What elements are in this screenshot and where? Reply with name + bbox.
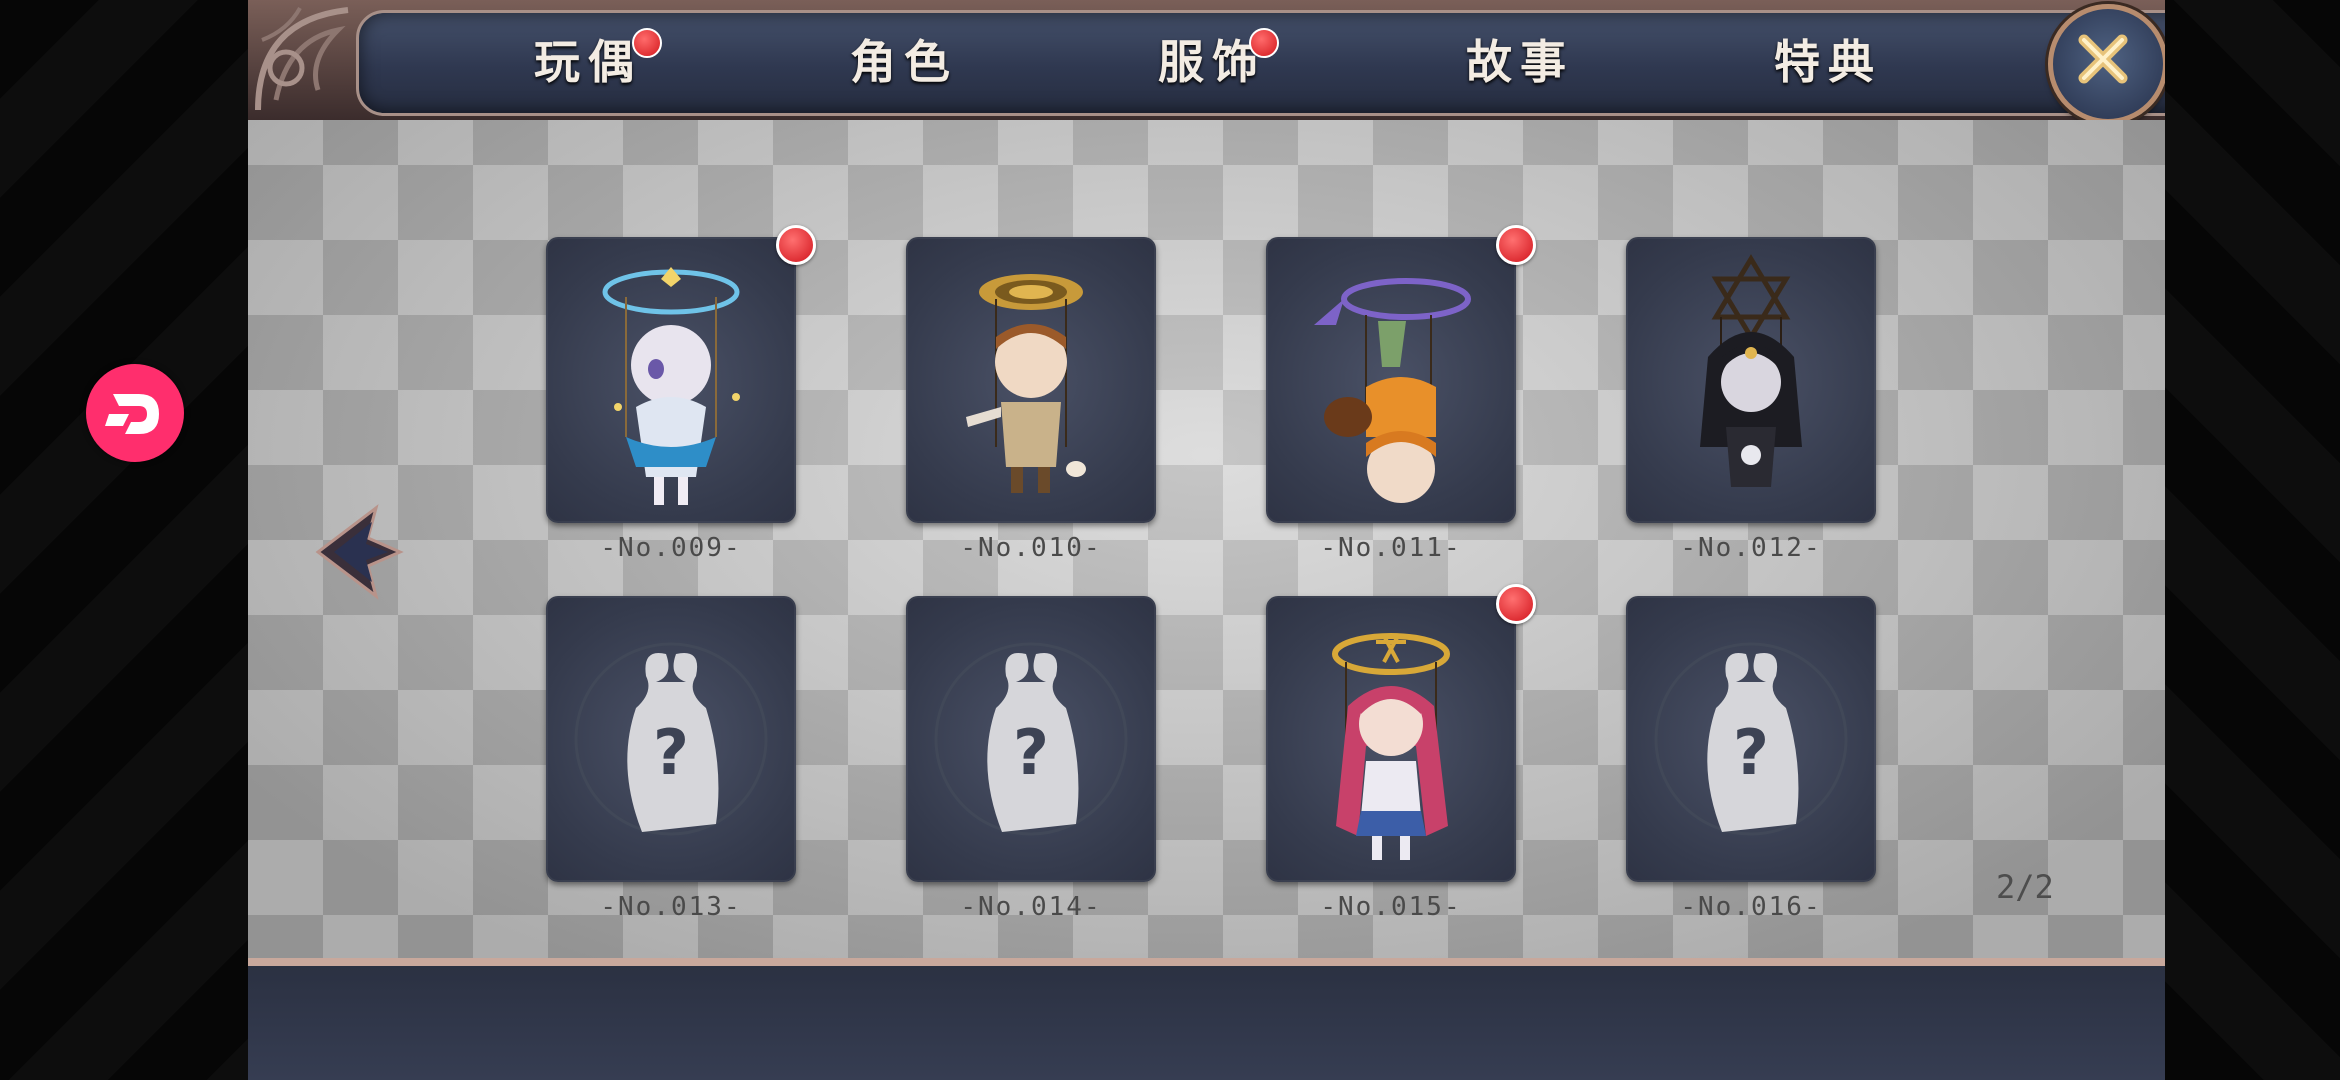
app-logo-icon (105, 394, 159, 434)
doll-number-label: -No.010- (960, 533, 1102, 563)
doll-number-label: -No.014- (960, 892, 1102, 922)
doll-card-010[interactable] (906, 237, 1156, 523)
ornament-icon (255, 7, 349, 111)
doll-card-016[interactable]: ? (1626, 596, 1876, 882)
svg-text:?: ? (1013, 716, 1049, 789)
tab-stories[interactable]: 故事 (1466, 26, 1574, 92)
top-navigation-bar: 玩偶 角色 服饰 故事 特典 (248, 0, 2165, 124)
puppet-figure-icon (1700, 254, 1802, 487)
new-badge (776, 225, 816, 265)
floating-app-button[interactable] (86, 364, 184, 462)
doll-number-label: -No.015- (1320, 892, 1462, 922)
close-icon (2078, 34, 2128, 84)
doll-card-009[interactable] (546, 237, 796, 523)
doll-card-014[interactable]: ? (906, 596, 1156, 882)
svg-text:?: ? (653, 716, 689, 789)
doll-number-label: -No.016- (1680, 892, 1822, 922)
new-badge (1496, 225, 1536, 265)
locked-puppet-silhouette-icon: ? (934, 642, 1128, 836)
doll-card-012[interactable] (1626, 237, 1876, 523)
svg-text:?: ? (1733, 716, 1769, 789)
doll-card-011[interactable] (1266, 237, 1516, 523)
doll-card-013[interactable]: ? (546, 596, 796, 882)
puppet-figure-icon (966, 274, 1086, 493)
new-badge (1496, 584, 1536, 624)
left-background (0, 0, 248, 1080)
left-arrow-icon[interactable] (314, 504, 404, 600)
collection-grid-area: -No.009- -No.010- -No.011- -No.012- ? -N… (248, 120, 2165, 966)
locked-puppet-silhouette-icon: ? (574, 642, 768, 836)
puppet-figure-icon (602, 267, 740, 505)
right-background (2165, 0, 2340, 1080)
doll-number-label: -No.012- (1680, 533, 1822, 563)
tab-costumes-notification-dot (1249, 28, 1279, 58)
doll-card-015[interactable] (1266, 596, 1516, 882)
doll-number-label: -No.009- (600, 533, 742, 563)
puppet-figure-icon (1314, 278, 1471, 503)
game-panel: 玩偶 角色 服饰 故事 特典 -No.009- -No.010- -No.011… (248, 0, 2165, 1080)
doll-number-label: -No.013- (600, 892, 742, 922)
tab-dolls-notification-dot (632, 28, 662, 58)
tab-extras[interactable]: 特典 (1774, 26, 1882, 92)
bottom-bar (248, 966, 2165, 1080)
tab-characters[interactable]: 角色 (850, 26, 958, 92)
close-button[interactable] (2048, 4, 2165, 124)
page-indicator: 2/2 (1996, 868, 2054, 906)
locked-puppet-silhouette-icon: ? (1654, 642, 1848, 836)
tab-dolls[interactable]: 玩偶 (534, 26, 642, 92)
doll-number-label: -No.011- (1320, 533, 1462, 563)
puppet-figure-icon (1332, 633, 1450, 860)
